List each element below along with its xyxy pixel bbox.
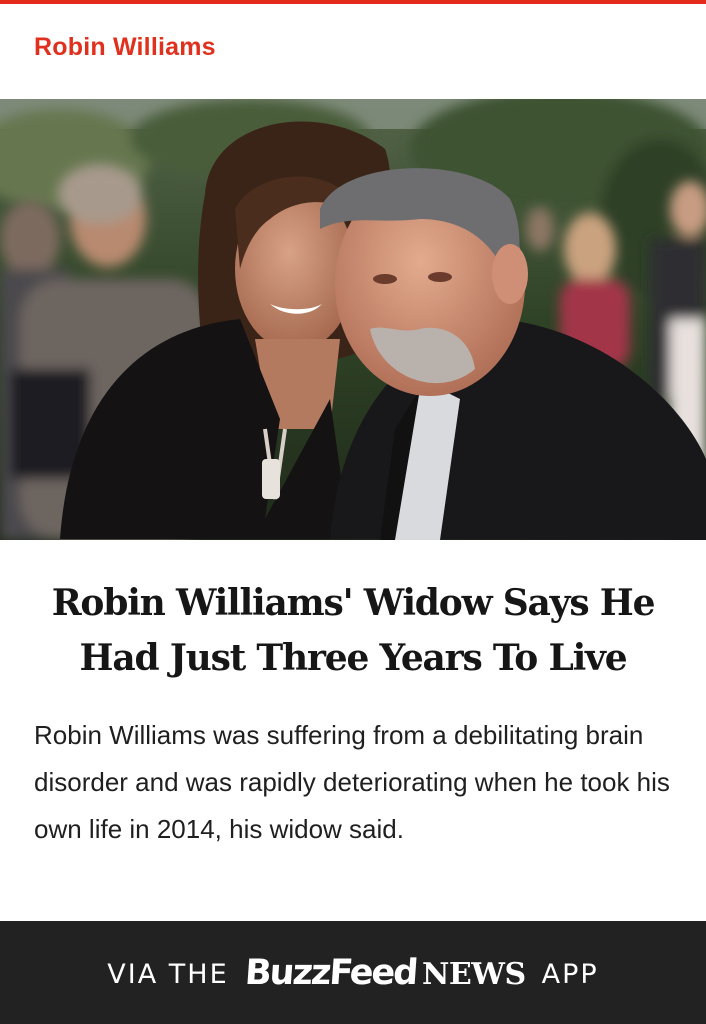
buzzfeed-news-logo: BuzzFeed NEWS [243, 952, 526, 993]
article-summary: Robin Williams was suffering from a debi… [34, 720, 670, 844]
promo-app-text: APP [541, 959, 599, 990]
category-label[interactable]: Robin Williams [34, 33, 216, 62]
promo-via-text: VIA THE [107, 959, 229, 990]
logo-buzzfeed-wordmark: BuzzFeed [243, 952, 418, 993]
hero-photo-illustration [0, 99, 706, 540]
app-promo-banner[interactable]: VIA THE BuzzFeed NEWS APP [0, 921, 706, 1024]
logo-news-wordmark: NEWS [422, 956, 526, 992]
top-accent-rule [0, 0, 706, 4]
hero-photo[interactable] [0, 99, 706, 540]
article-headline[interactable]: Robin Williams' Widow Says He Had Just T… [20, 576, 686, 686]
